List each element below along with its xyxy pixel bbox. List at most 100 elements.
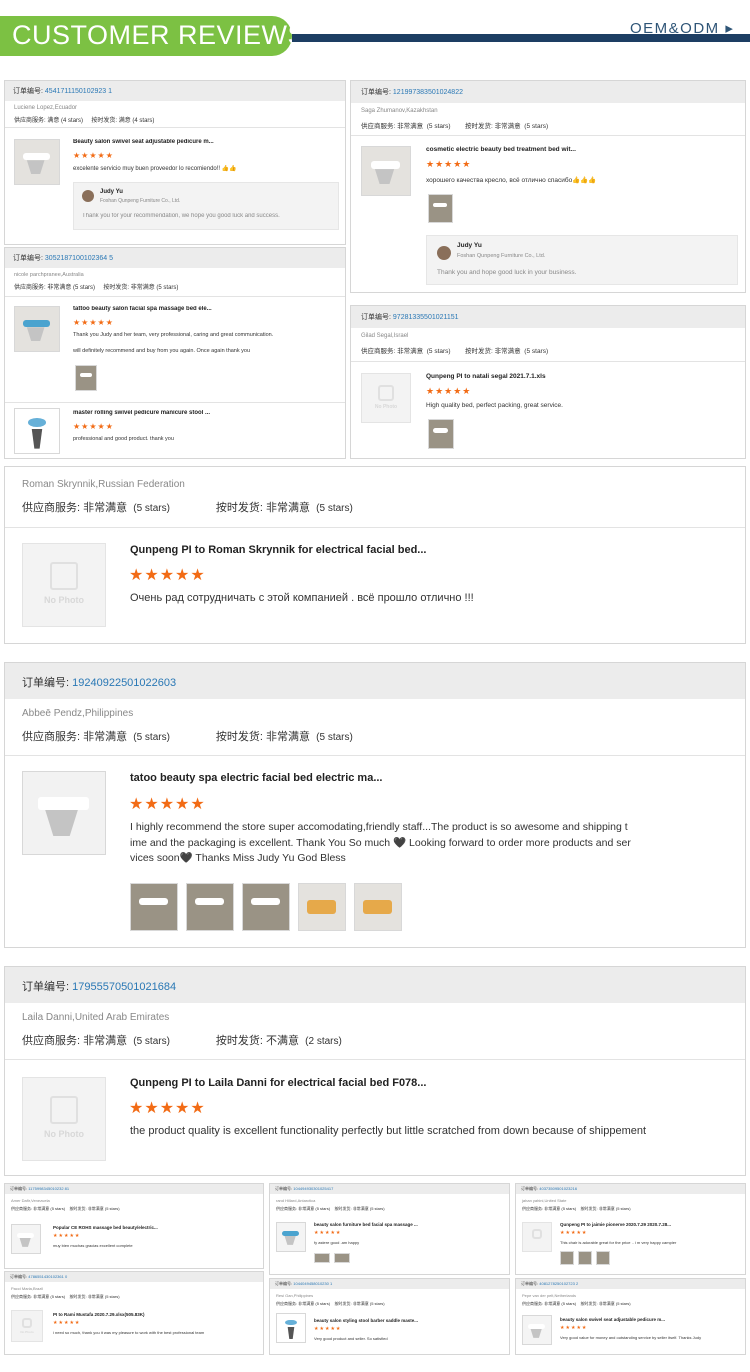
rating-row: 供应商服务: 非常满意 (5 stars) 按时发货: 非常满意 (5 stars… (22, 731, 353, 743)
reply-company: Foshan Qunpeng Furniture Co., Ltd. (100, 198, 181, 204)
divider (5, 296, 345, 297)
product-title[interactable]: master rolling swivel pedicure manicure … (73, 410, 243, 416)
page-title: CUSTOMER REVIEWS (12, 20, 307, 50)
product-title[interactable]: Beauty salon swivel seat adjustable pedi… (73, 139, 243, 145)
mini-review-card: 订单编号: 1175998345010232 81 Amer Dafir,Ven… (4, 1183, 264, 1269)
order-bar: 订单编号: 104494930301025417 (270, 1184, 509, 1194)
rating-row: 供应商服务: 满意 (4 stars) 按时发货: 满意 (4 stars) (14, 118, 155, 124)
review-card: Roman Skrynnik,Russian Federation 供应商服务:… (4, 466, 746, 644)
review-photo[interactable] (186, 883, 234, 931)
order-number[interactable]: 4786551430102361 0 (28, 1274, 67, 1279)
order-number[interactable]: 121997383501024822 (393, 89, 463, 96)
product-title[interactable]: cosmetic electric beauty bed treatment b… (426, 146, 606, 153)
review-photo[interactable] (428, 419, 454, 449)
buyer-name: Gilad Segal,Israel (361, 333, 409, 339)
review-photo[interactable] (578, 1251, 592, 1265)
order-number[interactable]: 17955570501021684 (72, 981, 176, 993)
order-number[interactable]: 104494930301025417 (293, 1186, 333, 1191)
no-photo-placeholder (522, 1222, 552, 1252)
star-rating: ★★★★★ (73, 422, 114, 431)
divider (5, 527, 745, 528)
product-title[interactable]: Qunpeng PI to Laila Danni for electrical… (130, 1077, 530, 1089)
review-text: fy astere good .am happy (314, 1240, 360, 1245)
review-photo[interactable] (596, 1251, 610, 1265)
buyer-name: Roman Skrynnik,Russian Federation (22, 479, 185, 490)
no-photo-placeholder: No Photo (22, 1077, 106, 1161)
product-thumbnail[interactable] (14, 139, 60, 185)
buyer-name: Resi Gan,Philippines (276, 1293, 314, 1298)
star-rating: ★★★★★ (426, 159, 472, 169)
review-photo[interactable] (298, 883, 346, 931)
rating-row: 供应商服务: 非常满意 (5 stars) 按时发货: 不满意 (2 stars) (22, 1035, 342, 1047)
review-text: vices soon🖤 Thanks Miss Judy Yu God Bles… (130, 852, 346, 864)
product-title[interactable]: tattoo beauty salon facial spa massage b… (73, 306, 243, 312)
review-card: 订单编号: 121997383501024822 Saga Zhumanov,K… (350, 80, 746, 293)
reply-text: Thank you for your recommendation, we ho… (82, 213, 280, 219)
product-title[interactable]: beauty salon furniture bed facial spa ma… (314, 1222, 454, 1227)
reply-company: Foshan Qunpeng Furniture Co., Ltd. (457, 253, 546, 259)
mini-review-card: 订单编号: 40373509501023216 jahan yahini,Uni… (515, 1183, 746, 1275)
order-number[interactable]: 4081278250102723 2 (539, 1281, 578, 1286)
product-thumbnail[interactable] (276, 1222, 306, 1252)
review-photo[interactable] (560, 1251, 574, 1265)
review-text: хорошего качества кресло, всё отлично сп… (426, 177, 597, 184)
order-number[interactable]: 1175998345010232 81 (28, 1186, 69, 1191)
product-title[interactable]: PI to Rami Mustafa 2020.7.29.xlsx(505.83… (53, 1312, 213, 1317)
buyer-name: Pepe van der pelt,Netherlands (522, 1293, 577, 1298)
order-bar: 订单编号: 4541711150102923 1 (5, 81, 345, 101)
product-title[interactable]: Qunpeng PI to jaimie pionerve 2020.7.29 … (560, 1222, 740, 1227)
order-number[interactable]: 1044049458010230 1 (293, 1281, 332, 1286)
order-bar: 订单编号: 3052187100102364 5 (5, 248, 345, 268)
order-number[interactable]: 4541711150102923 1 (45, 88, 112, 95)
order-bar: 订单编号: 17955570501021684 (5, 967, 745, 1003)
order-number[interactable]: 97281335501021151 (393, 314, 459, 321)
review-card: 订单编号: 19240922501022603 Abbeē Pendz,Phil… (4, 662, 746, 948)
product-title[interactable]: Qunpeng PI to natali segal 2021.7.1.xls (426, 373, 626, 380)
product-thumbnail[interactable] (276, 1313, 306, 1343)
rating-row: 供应商服务: 非常满意 (5 stars) 按时发货: 非常满意 (5 star… (361, 348, 549, 355)
rating-row: 供应商服务: 非常满意 (5 stars) 按时发货: 非常满意 (5 star… (11, 1294, 120, 1299)
divider (5, 755, 745, 756)
divider (351, 135, 745, 136)
product-title[interactable]: Qunpeng PI to Roman Skrynnik for electri… (130, 544, 530, 556)
order-bar: 订单编号: 4081278250102723 2 (516, 1279, 745, 1289)
product-title[interactable]: Popular CE ROHS massage bed beauty/elect… (53, 1225, 193, 1230)
product-thumbnail[interactable] (522, 1315, 552, 1345)
review-photo[interactable] (130, 883, 178, 931)
product-thumbnail[interactable] (11, 1224, 41, 1254)
product-title[interactable]: beauty salon styling stool barber saddle… (314, 1318, 494, 1323)
review-photo[interactable] (428, 194, 453, 223)
order-number[interactable]: 40373509501023216 (539, 1186, 577, 1191)
order-number[interactable]: 19240922501022603 (72, 677, 176, 689)
star-rating: ★★★★★ (426, 386, 472, 396)
image-icon (21, 1317, 33, 1328)
no-photo-placeholder: No Photo (22, 543, 106, 627)
divider (5, 127, 345, 128)
review-photo[interactable] (354, 883, 402, 931)
mini-review-card: 订单编号: 104494930301025417 rand Hillard,An… (269, 1183, 510, 1275)
rating-row: 供应商服务: 非常满意 (5 stars) 按时发货: 非常满意 (5 star… (522, 1206, 631, 1211)
order-bar: 订单编号: 40373509501023216 (516, 1184, 745, 1194)
rating-row: 供应商服务: 非常满意 (5 stars) 按时发货: 非常满意 (5 star… (14, 285, 179, 291)
order-bar: 订单编号: 1044049458010230 1 (270, 1279, 509, 1289)
order-bar: 订单编号: 1175998345010232 81 (5, 1184, 263, 1194)
product-title[interactable]: tatoo beauty spa electric facial bed ele… (130, 772, 530, 784)
review-photo[interactable] (334, 1253, 350, 1263)
review-text: Thank you Judy and her team, very profes… (73, 332, 274, 338)
rating-row: 供应商服务: 非常满意 (5 stars) 按时发货: 非常满意 (5 star… (11, 1206, 120, 1211)
star-rating: ★★★★★ (129, 1100, 206, 1117)
review-photo[interactable] (314, 1253, 330, 1263)
product-thumbnail[interactable] (361, 146, 411, 196)
review-photo[interactable] (75, 365, 97, 391)
product-title[interactable]: beauty salon swivel seat adjustable pedi… (560, 1317, 740, 1322)
image-icon (377, 384, 395, 401)
product-thumbnail[interactable] (14, 408, 60, 454)
order-number[interactable]: 3052187100102364 5 (45, 255, 113, 262)
divider (5, 402, 345, 403)
no-photo-placeholder: No Photo (11, 1310, 43, 1342)
product-thumbnail[interactable] (14, 306, 60, 352)
avatar (437, 246, 451, 260)
product-thumbnail[interactable] (22, 771, 106, 855)
review-photo[interactable] (242, 883, 290, 931)
review-text: ime and the packaging is excellent. Than… (130, 837, 631, 849)
